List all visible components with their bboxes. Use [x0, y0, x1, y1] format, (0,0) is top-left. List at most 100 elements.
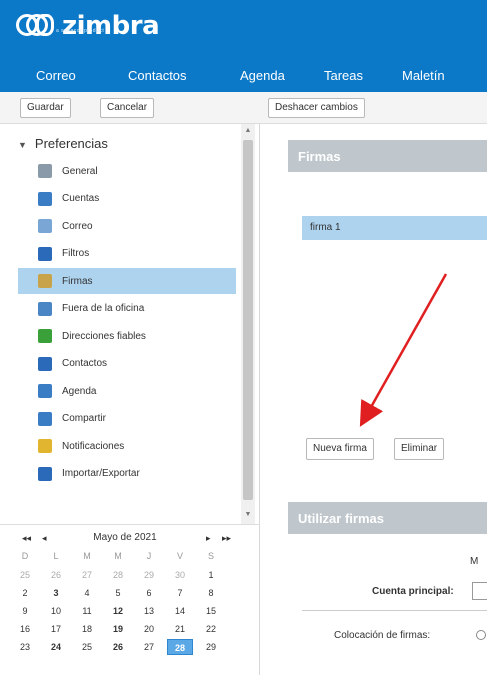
calendar-day[interactable]: 14: [167, 603, 193, 619]
calendar-icon: [38, 384, 52, 398]
sidebar-item-notificaciones[interactable]: Notificaciones: [18, 433, 236, 459]
calendar-day[interactable]: 17: [43, 621, 69, 637]
sidebar-item-label: Filtros: [62, 248, 90, 259]
calendar-day[interactable]: 8: [198, 585, 224, 601]
tab-agenda[interactable]: Agenda: [240, 68, 285, 83]
calendar-day[interactable]: 18: [74, 621, 100, 637]
calendar-day[interactable]: 21: [167, 621, 193, 637]
calendar-day[interactable]: 2: [12, 585, 38, 601]
sidebar-item-label: Fuera de la oficina: [62, 303, 145, 314]
calendar-day[interactable]: 19: [105, 621, 131, 637]
red-arrow-annotation: [359, 273, 448, 427]
save-button[interactable]: Guardar: [20, 98, 71, 118]
calendar-day[interactable]: 25: [74, 639, 100, 655]
calendar-day[interactable]: 6: [136, 585, 162, 601]
weekday-label: L: [53, 551, 59, 561]
calendar-day[interactable]: 27: [74, 567, 100, 583]
prev-month-icon[interactable]: ◂: [42, 533, 47, 544]
zimbra-logo[interactable]: zimbra: [16, 11, 160, 54]
logo-text: zimbra: [62, 11, 160, 41]
sidebar-item-label: Direcciones fiables: [62, 330, 146, 342]
calendar-day[interactable]: 1: [198, 567, 224, 583]
calendar-day[interactable]: 29: [136, 567, 162, 583]
sidebar-item-correo[interactable]: Correo: [18, 213, 236, 239]
primary-account-label: Cuenta principal:: [372, 586, 454, 597]
calendar-day[interactable]: 23: [12, 639, 38, 655]
weekday-label: M: [114, 551, 122, 561]
sidebar-item-label: Correo: [62, 220, 93, 232]
sidebar-item-label: Compartir: [62, 413, 106, 424]
sidebar-item-label: Importar/Exportar: [62, 468, 140, 479]
next-month-icon[interactable]: ▸: [206, 533, 211, 544]
sidebar-item-label: Cuentas: [62, 193, 100, 204]
sidebar-item-direcciones-fiables[interactable]: Direcciones fiables: [18, 323, 236, 349]
calendar-day[interactable]: 24: [43, 639, 69, 655]
weekday-label: J: [146, 551, 152, 561]
calendar-day[interactable]: 25: [12, 567, 38, 583]
sidebar-item-general[interactable]: General: [18, 158, 236, 184]
calendar-day[interactable]: 27: [136, 639, 162, 655]
tab-tareas[interactable]: Tareas: [324, 68, 363, 83]
calendar-day[interactable]: 28: [167, 639, 193, 655]
sidebar-item-label: Notificaciones: [62, 440, 125, 452]
bell-icon: [38, 439, 52, 453]
app-tabs: Correo Contactos Agenda Tareas Maletín: [0, 62, 487, 92]
scroll-down-icon[interactable]: ▼: [243, 510, 253, 520]
calendar-day[interactable]: 4: [74, 585, 100, 601]
share-icon: [38, 411, 52, 426]
sidebar-item-fuera-de-la-oficina[interactable]: Fuera de la oficina: [18, 296, 236, 322]
calendar-day[interactable]: 28: [105, 567, 131, 583]
calendar-day[interactable]: 9: [12, 603, 38, 619]
calendar-day[interactable]: 22: [198, 621, 224, 637]
sidebar-item-label: Agenda: [62, 385, 97, 397]
sidebar-item-firmas[interactable]: Firmas: [18, 268, 236, 294]
sidebar-item-cuentas[interactable]: Cuentas: [18, 186, 236, 212]
calendar-day[interactable]: 3: [43, 585, 69, 601]
sidebar-item-importar-exportar[interactable]: Importar/Exportar: [18, 461, 236, 487]
preferences-title: Preferencias: [34, 136, 108, 151]
calendar-day[interactable]: 12: [105, 603, 131, 619]
scroll-up-icon[interactable]: ▲: [243, 126, 253, 136]
away-icon: [38, 301, 52, 316]
logo-subtext: a synacor product: [56, 28, 105, 34]
calendar-day[interactable]: 30: [167, 567, 193, 583]
sidebar-item-agenda[interactable]: Agenda: [18, 378, 236, 404]
calendar-day[interactable]: 15: [198, 603, 224, 619]
calendar-day[interactable]: 16: [12, 621, 38, 637]
prev-year-icon[interactable]: ◂◂: [22, 533, 31, 544]
filter-icon: [38, 246, 52, 261]
sidebar-item-compartir[interactable]: Compartir: [18, 406, 236, 432]
calendar-day[interactable]: 5: [105, 585, 131, 601]
weekday-label: M: [83, 551, 91, 561]
placement-radio[interactable]: [476, 630, 486, 640]
sidebar-item-filtros[interactable]: Filtros: [18, 241, 236, 267]
primary-account-select[interactable]: [472, 582, 487, 600]
delete-signature-button[interactable]: Eliminar: [394, 438, 445, 460]
calendar-day[interactable]: 10: [43, 603, 69, 619]
zimbra-logo-icon: [16, 14, 56, 40]
undo-changes-button[interactable]: Deshacer cambios: [268, 98, 365, 118]
calendar-day[interactable]: 11: [74, 603, 100, 619]
calendar-day[interactable]: 20: [136, 621, 162, 637]
preferences-header[interactable]: ▼ Preferencias: [18, 136, 108, 151]
tab-contactos[interactable]: Contactos: [128, 68, 187, 83]
tab-maletin[interactable]: Maletín: [402, 68, 445, 83]
cancel-button[interactable]: Cancelar: [100, 98, 155, 118]
mail-icon: [38, 219, 52, 233]
signatures-pane: Firmas firma 1 Nueva firma Eliminar Util…: [262, 124, 487, 675]
collapse-triangle-icon[interactable]: ▼: [18, 140, 27, 150]
toolbar: Guardar Cancelar Deshacer cambios: [0, 92, 487, 124]
tab-correo[interactable]: Correo: [36, 68, 76, 83]
sidebar-scroll-thumb[interactable]: [243, 140, 253, 500]
sidebar-item-label: General: [62, 165, 98, 177]
sidebar-item-contactos[interactable]: Contactos: [18, 351, 236, 377]
calendar-day[interactable]: 7: [167, 585, 193, 601]
calendar-day[interactable]: 26: [43, 567, 69, 583]
contact-icon: [38, 356, 52, 371]
sidebar-item-label: Firmas: [62, 275, 93, 287]
calendar-day[interactable]: 13: [136, 603, 162, 619]
new-signature-button[interactable]: Nueva firma: [306, 438, 374, 460]
calendar-day[interactable]: 29: [198, 639, 224, 655]
next-year-icon[interactable]: ▸▸: [222, 533, 231, 544]
calendar-day[interactable]: 26: [105, 639, 131, 655]
